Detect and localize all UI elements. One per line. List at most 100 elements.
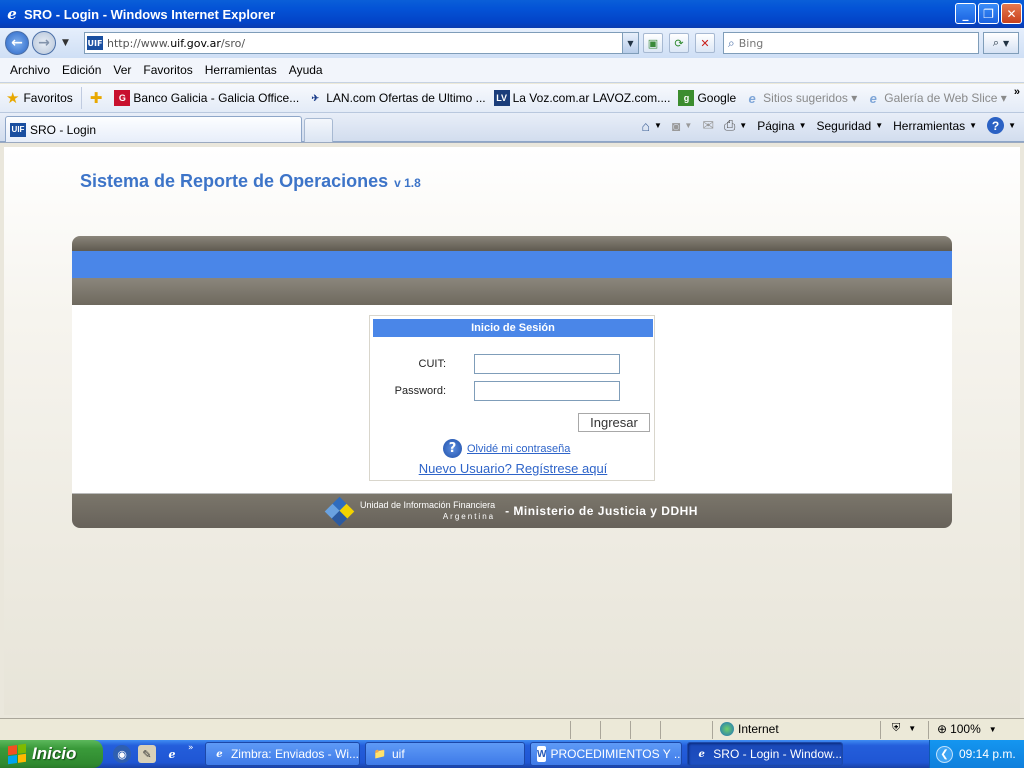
forward-arrow-icon: →: [38, 35, 50, 51]
rss-icon: ◙: [671, 117, 681, 134]
fav-item-la-voz[interactable]: LV La Voz.com.ar LAVOZ.com....: [493, 90, 670, 106]
show-hidden-icons-button[interactable]: ❮: [936, 745, 953, 763]
ie-page-icon: e: [869, 90, 877, 106]
galicia-icon: G: [114, 90, 131, 106]
forgot-password: ? Olvidé mi contraseña: [443, 439, 570, 458]
page-menu[interactable]: Página ▼: [757, 119, 806, 133]
menu-ayuda[interactable]: Ayuda: [283, 63, 329, 77]
favorites-label: Favoritos: [23, 91, 73, 105]
quicklaunch-ie-icon[interactable]: e: [163, 745, 181, 763]
bing-search-icon: ⌕: [728, 35, 735, 50]
feeds-button[interactable]: ◙ ▼: [672, 118, 692, 134]
url-text[interactable]: http://www.uif.gov.ar/sro/: [107, 37, 245, 50]
menu-archivo[interactable]: Archivo: [4, 63, 56, 77]
tab-sro-login[interactable]: UIF SRO - Login: [5, 116, 302, 142]
favorites-overflow-chevron[interactable]: »: [1014, 86, 1020, 98]
magnifier-icon: ⌕: [992, 36, 999, 49]
clock[interactable]: 09:14 p.m.: [959, 747, 1016, 761]
menu-herramientas[interactable]: Herramientas: [199, 63, 283, 77]
ingresar-button[interactable]: Ingresar: [578, 413, 650, 432]
cuit-input[interactable]: [474, 354, 620, 374]
fav-item-sitios-sugeridos[interactable]: e Sitios sugeridos ▾: [744, 90, 858, 106]
home-button[interactable]: ⌂ ▼: [642, 118, 662, 134]
refresh-button[interactable]: ⟳: [669, 33, 689, 53]
minimize-button[interactable]: _: [955, 3, 976, 24]
protected-mode-button[interactable]: ⛨ ▼: [892, 722, 916, 735]
task-sro-login[interactable]: e SRO - Login - Window...: [687, 742, 843, 766]
back-button[interactable]: ←: [5, 31, 29, 55]
favorites-button[interactable]: ★ Favoritos: [0, 87, 82, 109]
task-zimbra[interactable]: e Zimbra: Enviados - Wi...: [205, 742, 360, 766]
uif-diamond-logo-icon: [324, 496, 355, 527]
password-label: Password:: [394, 385, 446, 397]
uif-logo-text: Unidad de Información Financiera Argenti…: [360, 500, 495, 522]
search-placeholder: Bing: [738, 36, 764, 50]
window-title-bar[interactable]: e SRO - Login - Windows Internet Explore…: [0, 0, 1024, 28]
fav-item-banco-galicia[interactable]: G Banco Galicia - Galicia Office...: [114, 90, 299, 106]
help-menu[interactable]: ? ▼: [987, 117, 1016, 134]
search-options-chevron-icon[interactable]: ▼: [1003, 39, 1009, 48]
ie-icon: e: [7, 5, 17, 23]
recent-pages-dropdown[interactable]: ▼: [62, 38, 69, 48]
org-country: Argentina: [442, 512, 496, 521]
page-title: Sistema de Reporte de Operaciones v 1.8: [80, 171, 421, 192]
menu-favoritos[interactable]: Favoritos: [137, 63, 198, 77]
print-button[interactable]: ⎙ ▼: [724, 117, 747, 134]
folder-icon: 📁: [373, 748, 387, 760]
panel-blue-band: [72, 251, 952, 278]
help-icon: ?: [987, 117, 1005, 134]
compatibility-view-button[interactable]: ▣: [643, 33, 663, 53]
printer-icon: ⎙: [724, 117, 736, 133]
task-procedimientos[interactable]: W PROCEDIMIENTOS Y ...: [530, 742, 682, 766]
cuit-label: CUIT:: [418, 358, 447, 370]
forward-button[interactable]: →: [32, 31, 56, 55]
refresh-icon: ⟳: [674, 36, 684, 50]
new-tab-button[interactable]: [304, 118, 333, 142]
fav-item-lan[interactable]: ✈ LAN.com Ofertas de Ultimo ...: [307, 90, 485, 106]
address-bar[interactable]: UIF http://www.uif.gov.ar/sro/ ▼: [84, 32, 639, 54]
address-dropdown-button[interactable]: ▼: [622, 33, 638, 53]
security-zone[interactable]: Internet: [720, 722, 779, 736]
add-to-favorites-icon[interactable]: ✚: [90, 89, 103, 107]
compatibility-icon: ▣: [647, 36, 659, 50]
address-toolbar: ← → ▼ UIF http://www.uif.gov.ar/sro/ ▼ ▣…: [0, 28, 1024, 58]
quicklaunch-notepad-icon[interactable]: ✎: [138, 745, 156, 763]
panel-top-band: [72, 236, 952, 251]
maximize-button[interactable]: ❐: [978, 3, 999, 24]
taskbar: Inicio ◉ ✎ e » e Zimbra: Enviados - Wi..…: [0, 740, 1024, 768]
ie-page-icon: e: [748, 90, 756, 106]
tools-menu[interactable]: Herramientas ▼: [893, 119, 977, 133]
new-user-link[interactable]: Nuevo Usuario? Regístrese aquí: [419, 461, 608, 476]
ie-icon: e: [216, 748, 223, 760]
stop-button[interactable]: ✕: [695, 33, 715, 53]
page-menu-label: Página: [757, 118, 795, 133]
search-input[interactable]: ⌕ Bing: [723, 32, 979, 54]
read-mail-button[interactable]: ✉: [702, 117, 714, 134]
menu-edicion[interactable]: Edición: [56, 63, 107, 77]
quicklaunch-app-icon[interactable]: ◉: [113, 745, 131, 763]
task-uif-folder[interactable]: 📁 uif: [365, 742, 525, 766]
security-menu[interactable]: Seguridad ▼: [816, 119, 883, 133]
status-bar: Internet ⛨ ▼ ⊕ 100% ▼: [0, 718, 1024, 740]
new-user-row: Nuevo Usuario? Regístrese aquí: [370, 461, 656, 477]
fav-item-label: Sitios sugeridos ▾: [763, 91, 858, 105]
la-voz-icon: LV: [493, 90, 510, 106]
password-input[interactable]: [474, 381, 620, 401]
ie-icon: e: [698, 748, 705, 760]
ministry-label: - Ministerio de Justicia y DDHH: [505, 504, 698, 518]
zoom-control[interactable]: ⊕ 100% ▼: [937, 722, 997, 736]
fav-item-google[interactable]: g Google: [678, 90, 736, 106]
forgot-password-link[interactable]: Olvidé mi contraseña: [467, 443, 570, 455]
tab-row: UIF SRO - Login ⌂ ▼ ◙ ▼ ✉ ⎙ ▼ Página ▼ Segur…: [0, 113, 1024, 142]
page-viewport: Sistema de Reporte de Operaciones v 1.8 I…: [0, 142, 1024, 718]
start-button[interactable]: Inicio: [0, 740, 103, 768]
help-question-icon: ?: [443, 439, 462, 458]
quicklaunch-overflow[interactable]: »: [188, 743, 194, 753]
task-label: Zimbra: Enviados - Wi...: [230, 747, 359, 761]
menu-ver[interactable]: Ver: [107, 63, 137, 77]
close-button[interactable]: ✕: [1001, 3, 1022, 24]
search-button[interactable]: ⌕ ▼: [983, 32, 1019, 54]
favorites-bar: ★ Favoritos ✚ G Banco Galicia - Galicia …: [0, 84, 1024, 113]
fav-item-web-slice[interactable]: e Galería de Web Slice ▾: [865, 90, 1007, 106]
uif-logo: Unidad de Información Financiera Argenti…: [324, 496, 495, 527]
